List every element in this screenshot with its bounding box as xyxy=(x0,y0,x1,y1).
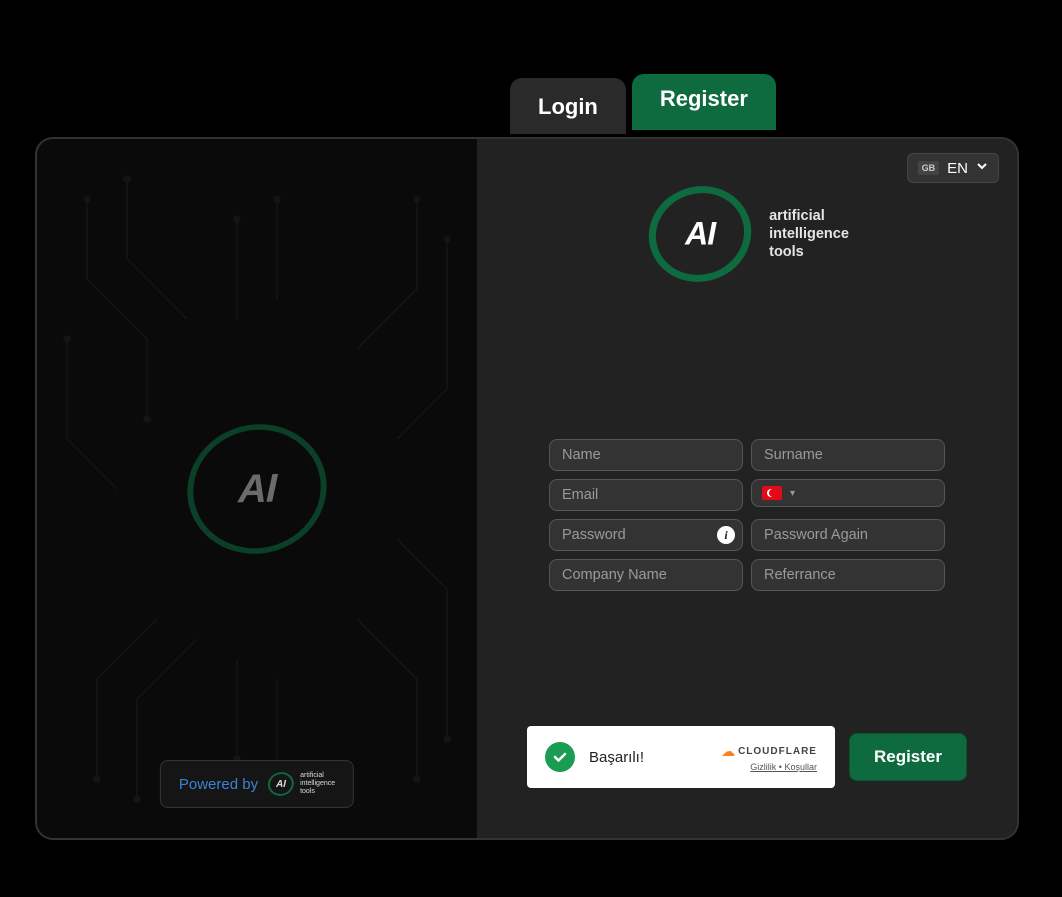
tab-register[interactable]: Register xyxy=(632,74,776,130)
auth-card: AI Powered by AI artificial intelligence… xyxy=(35,137,1019,840)
form-footer: Başarılı! ☁ CLOUDFLARE Gizlilik • Koşull… xyxy=(527,726,967,788)
info-icon[interactable]: i xyxy=(717,526,735,544)
captcha-widget: Başarılı! ☁ CLOUDFLARE Gizlilik • Koşull… xyxy=(527,726,835,788)
app-logo: AI artificial intelligence tools xyxy=(507,179,987,289)
language-flag-badge: GB xyxy=(918,161,940,175)
password-input[interactable] xyxy=(549,519,743,551)
phone-input[interactable]: ▾ xyxy=(751,479,945,507)
chevron-down-icon xyxy=(976,159,988,177)
logo-tagline: artificial intelligence tools xyxy=(769,207,849,261)
logo-mark: AI xyxy=(685,216,715,253)
captcha-terms-link[interactable]: Koşullar xyxy=(784,762,817,772)
check-circle-icon xyxy=(545,742,575,772)
captcha-status: Başarılı! xyxy=(589,749,644,766)
decorative-panel: AI Powered by AI artificial intelligence… xyxy=(37,139,477,838)
cloudflare-logo: ☁ CLOUDFLARE xyxy=(721,743,817,760)
captcha-privacy-link[interactable]: Gizlilik xyxy=(750,762,776,772)
auth-tabs: Login Register xyxy=(510,78,776,134)
password-again-input[interactable] xyxy=(751,519,945,551)
powered-by-badge: Powered by AI artificial intelligence to… xyxy=(160,760,354,808)
language-code: EN xyxy=(947,160,968,177)
company-input[interactable] xyxy=(549,559,743,591)
bg-logo: AI xyxy=(187,419,327,559)
chevron-down-icon: ▾ xyxy=(790,488,795,499)
referrance-input[interactable] xyxy=(751,559,945,591)
email-input[interactable] xyxy=(549,479,743,511)
language-selector[interactable]: GB EN xyxy=(907,153,999,183)
register-form: ▾ i xyxy=(549,439,945,599)
form-panel: GB EN AI artificial intelligence tools xyxy=(477,139,1017,838)
register-button[interactable]: Register xyxy=(849,733,967,781)
powered-by-label: Powered by xyxy=(179,776,258,793)
cloud-icon: ☁ xyxy=(721,743,735,760)
flag-tr-icon xyxy=(762,486,782,500)
name-input[interactable] xyxy=(549,439,743,471)
tab-login[interactable]: Login xyxy=(510,78,626,134)
surname-input[interactable] xyxy=(751,439,945,471)
powered-by-logo: AI artificial intelligence tools xyxy=(268,771,335,797)
